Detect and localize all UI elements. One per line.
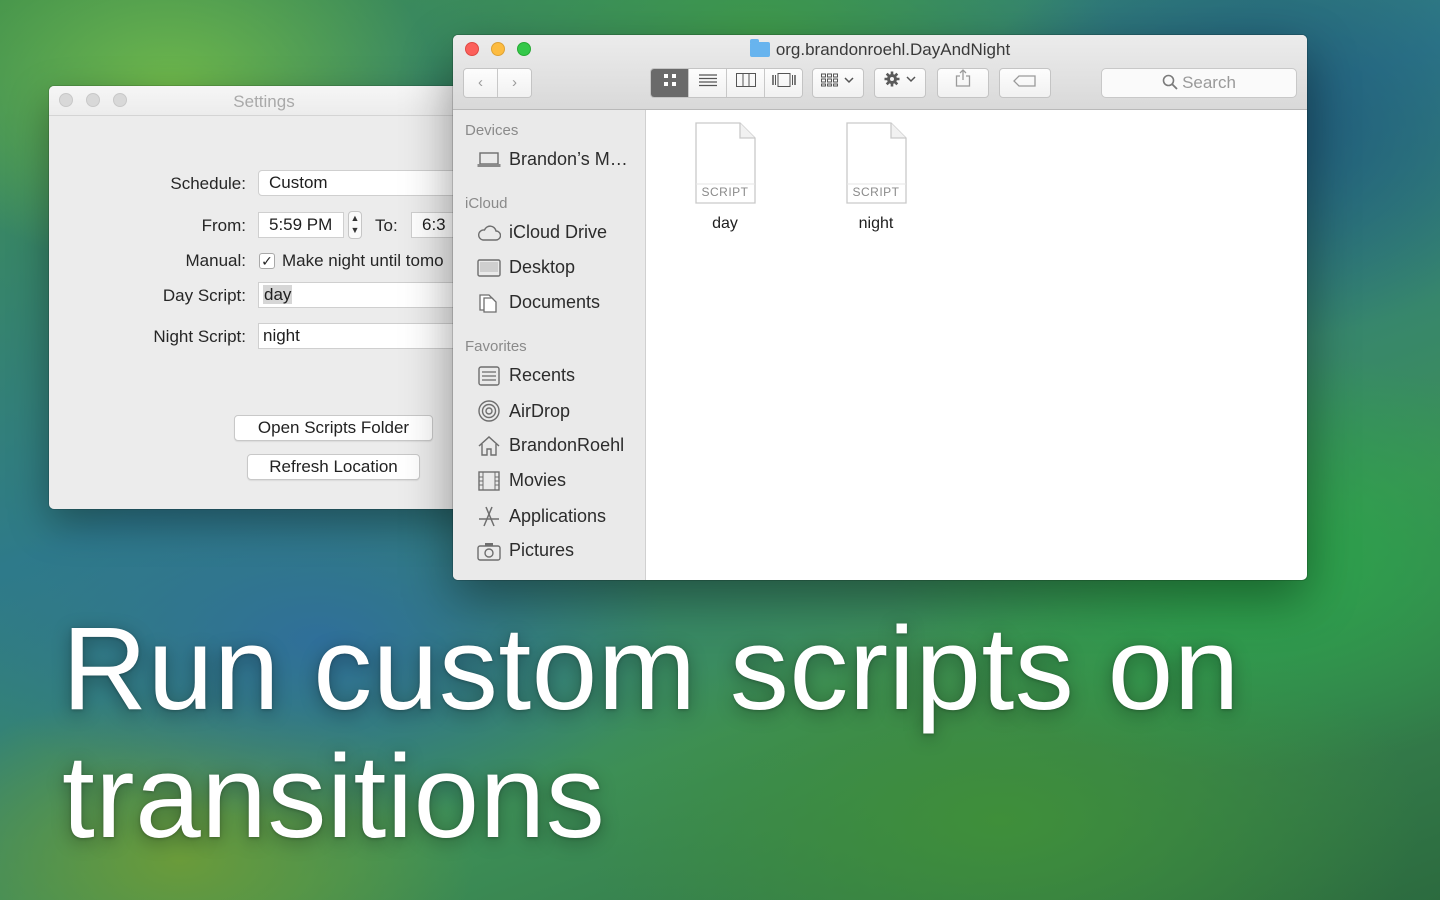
file-kind: SCRIPT: [701, 185, 749, 199]
from-time-stepper[interactable]: ▲ ▼: [348, 211, 362, 239]
recents-icon: [478, 365, 500, 386]
sidebar-item-applications[interactable]: Applications: [477, 505, 606, 527]
from-label: From:: [201, 216, 246, 235]
night-script-label: Night Script:: [153, 327, 246, 346]
sidebar-item-label: Documents: [509, 292, 601, 312]
gallery-view-button[interactable]: [765, 69, 802, 97]
back-button[interactable]: ‹: [464, 69, 498, 97]
manual-label: Manual:: [185, 251, 246, 270]
sidebar-item-label: Applications: [509, 505, 607, 526]
sidebar-item-label: AirDrop: [509, 400, 571, 421]
sidebar-item-desktop[interactable]: Desktop: [477, 257, 575, 278]
tags-button[interactable]: [999, 68, 1051, 98]
sidebar-item-documents[interactable]: Documents: [477, 292, 600, 313]
day-script-label: Day Script:: [162, 286, 246, 305]
finder-toolbar: org.brandonroehl.DayAndNight ‹ › Search: [453, 35, 1307, 110]
documents-icon: [479, 293, 497, 313]
headline-line-2: transitions: [62, 731, 606, 863]
grid-icon: [663, 74, 676, 86]
file-name: night: [858, 215, 894, 232]
list-icon: [698, 74, 717, 87]
sidebar-item-label: Pictures: [509, 540, 575, 560]
arrange-icon: [821, 73, 854, 87]
action-button[interactable]: [874, 68, 926, 98]
sidebar-header-devices: Devices: [465, 122, 519, 139]
sidebar-header-favorites: Favorites: [465, 338, 527, 355]
view-mode-control: [650, 68, 803, 98]
manual-checkbox-label: Make night until tomo: [282, 251, 444, 270]
from-time-field[interactable]: 5:59 PM: [258, 212, 344, 238]
desktop-icon: [477, 258, 501, 277]
movies-icon: [478, 470, 500, 491]
schedule-popup[interactable]: Custom: [258, 170, 479, 196]
sidebar-item-pictures[interactable]: Pictures: [477, 540, 574, 561]
sidebar-item-label: Movies: [509, 470, 567, 490]
gear-icon: [884, 71, 916, 87]
open-scripts-folder-button[interactable]: Open Scripts Folder: [234, 415, 433, 441]
forward-button[interactable]: ›: [498, 69, 531, 97]
headline: Run custom scripts on transitions: [62, 605, 1422, 861]
airdrop-icon: [478, 400, 500, 422]
sidebar-item-icloud-drive[interactable]: iCloud Drive: [477, 222, 607, 243]
day-script-field[interactable]: day: [258, 282, 479, 308]
file-item[interactable]: SCRIPT night: [831, 122, 921, 233]
headline-line-1: Run custom scripts on: [62, 603, 1240, 735]
sidebar-item-home[interactable]: BrandonRoehl: [477, 435, 624, 456]
sidebar-item-label: Recents: [509, 365, 576, 385]
laptop-icon: [477, 151, 501, 167]
window-title: org.brandonroehl.DayAndNight: [453, 39, 1307, 60]
sidebar-header-icloud: iCloud: [465, 195, 508, 212]
share-icon: [955, 69, 971, 87]
gallery-icon: [771, 73, 796, 87]
sidebar-item-label: Desktop: [509, 257, 576, 277]
finder-window: org.brandonroehl.DayAndNight ‹ › Search …: [453, 35, 1307, 580]
to-label: To:: [375, 216, 398, 236]
day-script-value: day: [263, 285, 293, 304]
share-button[interactable]: [937, 68, 989, 98]
sidebar-item-label: iCloud Drive: [509, 222, 608, 242]
refresh-location-button[interactable]: Refresh Location: [247, 454, 420, 480]
file-name: day: [712, 215, 738, 232]
manual-checkbox[interactable]: ✓: [259, 253, 275, 269]
finder-sidebar: Devices Brandon’s M… iCloud iCloud Drive…: [453, 110, 646, 580]
to-label-text: To:: [375, 216, 398, 235]
sidebar-item-airdrop[interactable]: AirDrop: [477, 400, 570, 422]
sidebar-item-macbook[interactable]: Brandon’s M…: [477, 149, 628, 170]
column-view-button[interactable]: [727, 69, 765, 97]
columns-icon: [735, 73, 756, 87]
list-view-button[interactable]: [689, 69, 727, 97]
sidebar-item-movies[interactable]: Movies: [477, 470, 566, 491]
search-field[interactable]: Search: [1101, 68, 1297, 98]
sidebar-item-partial[interactable]: [477, 575, 597, 580]
arrange-button[interactable]: [812, 68, 864, 98]
file-kind: SCRIPT: [852, 185, 900, 199]
settings-titlebar: Settings: [49, 86, 479, 116]
search-icon: [1162, 74, 1178, 90]
cloud-icon: [478, 224, 501, 241]
folder-icon: [749, 39, 770, 57]
home-icon: [478, 435, 500, 456]
file-item[interactable]: SCRIPT day: [680, 122, 770, 233]
sidebar-item-recents[interactable]: Recents: [477, 365, 575, 386]
night-script-field[interactable]: night: [258, 323, 479, 349]
settings-title: Settings: [233, 92, 295, 111]
settings-window: Settings Schedule: Custom From: 5:59 PM …: [49, 86, 479, 509]
applications-icon: [479, 506, 499, 527]
icon-view-button[interactable]: [651, 69, 689, 97]
search-placeholder: Search: [1182, 73, 1236, 92]
sidebar-item-label: BrandonRoehl: [509, 435, 625, 455]
back-forward-control: ‹ ›: [463, 68, 532, 98]
window-title-text: org.brandonroehl.DayAndNight: [775, 40, 1011, 59]
schedule-label: Schedule:: [170, 174, 246, 193]
sidebar-item-label: Brandon’s M…: [509, 149, 628, 169]
camera-icon: [477, 542, 501, 561]
tag-icon: [1013, 75, 1036, 87]
